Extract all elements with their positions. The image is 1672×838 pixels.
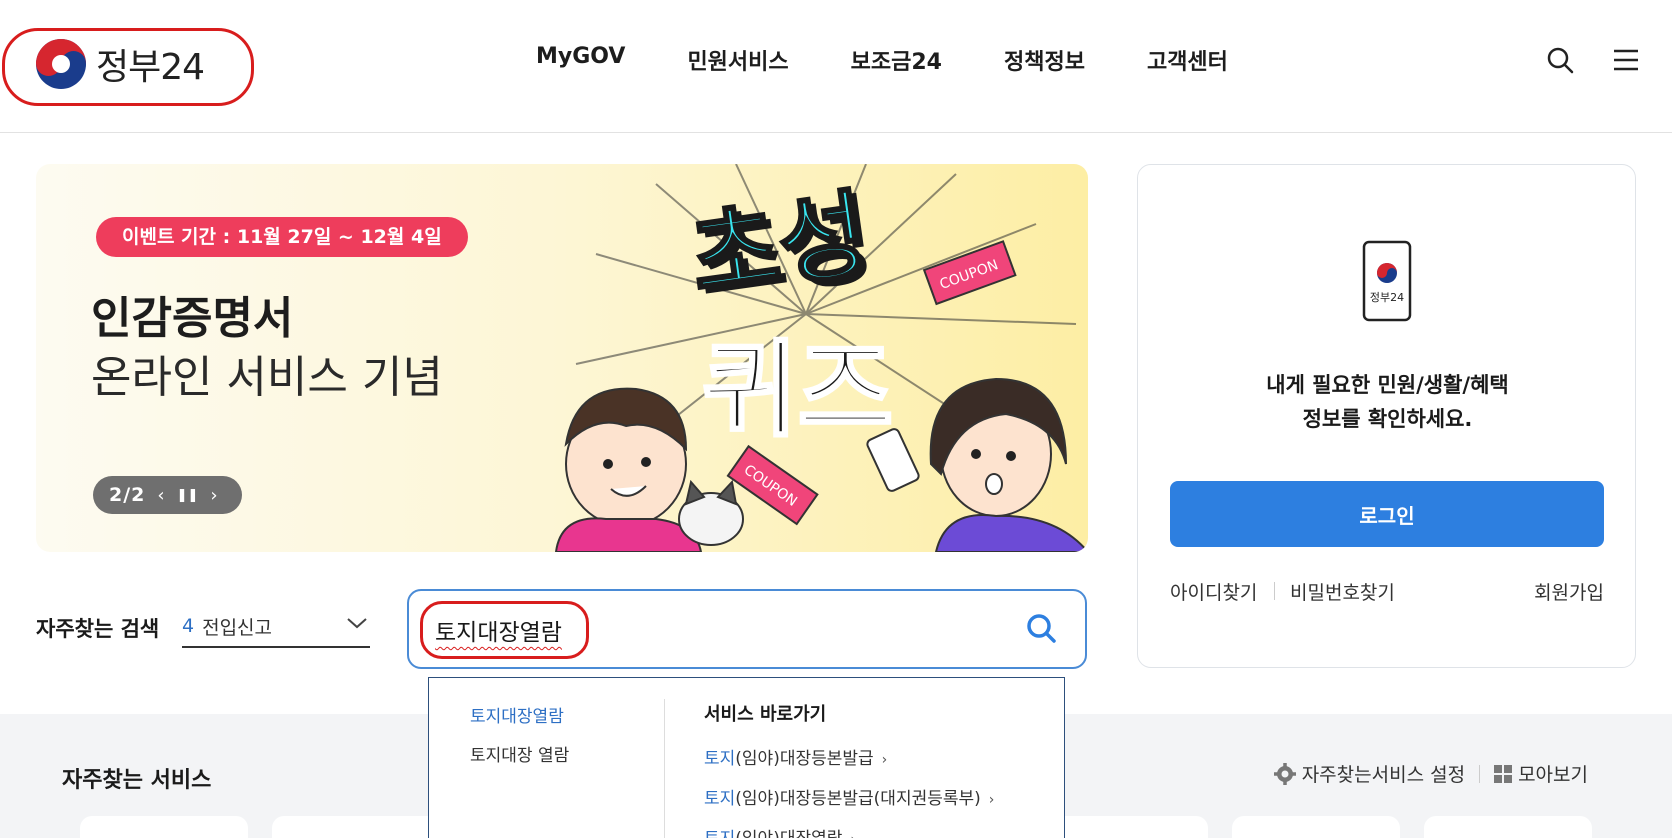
service-card[interactable] — [1424, 816, 1592, 838]
shortcut-link[interactable]: 토지(임야)대장등본발급 › — [704, 744, 994, 769]
login-message-line1: 내게 필요한 민원/생활/혜택 — [1266, 373, 1509, 397]
link-divider — [1274, 582, 1275, 600]
shortcut-title: 서비스 바로가기 — [704, 704, 827, 725]
shortcut-text: (임야)대장열람 — [735, 829, 842, 838]
join-link[interactable]: 회원가입 — [1534, 578, 1604, 605]
event-banner[interactable]: 이벤트 기간 : 11월 27일 ~ 12월 4일 인감증명서 온라인 서비스 … — [36, 164, 1088, 552]
service-shortcuts: 서비스 바로가기 토지(임야)대장등본발급 › 토지(임야)대장등본발급(대지권등… — [704, 700, 994, 838]
frequent-services-settings-button[interactable]: 자주찾는서비스 설정 — [1273, 760, 1466, 787]
search-icon — [1027, 614, 1056, 643]
mobile-phone-icon: 정부24 — [1362, 240, 1412, 322]
slider-controls: 2/2 ‹ ❚❚ › — [93, 476, 242, 514]
search-submit-button[interactable] — [1025, 612, 1057, 648]
view-all-button[interactable]: 모아보기 — [1494, 760, 1588, 787]
next-slide-icon[interactable]: › — [210, 485, 217, 506]
shortcut-link[interactable]: 토지(임야)대장열람 › — [704, 824, 994, 838]
chevron-right-icon: › — [881, 752, 888, 768]
quiz-headline-2: 퀴즈 — [702, 329, 893, 451]
suggestion-item[interactable]: 토지대장 열람 — [470, 741, 569, 766]
slide-counter: 2/2 — [109, 484, 146, 506]
search-icon[interactable] — [1544, 44, 1576, 76]
prev-slide-icon[interactable]: ‹ — [157, 485, 164, 506]
frequent-search-label: 자주찾는 검색 — [36, 617, 160, 641]
service-card[interactable] — [1040, 816, 1208, 838]
shortcut-text: (임야)대장등본발급(대지권등록부) — [735, 789, 981, 809]
frequent-search-select[interactable]: 4 전입신고 — [182, 606, 370, 648]
frequent-services-actions: 자주찾는서비스 설정 모아보기 — [1273, 760, 1588, 787]
find-id-link[interactable]: 아이디찾기 — [1170, 578, 1257, 605]
phone-logo-label: 정부24 — [1370, 291, 1404, 304]
chevron-right-icon: › — [850, 832, 856, 838]
frequent-services-title: 자주찾는 서비스 — [62, 768, 212, 793]
shortcut-link[interactable]: 토지(임야)대장등본발급(대지권등록부) › — [704, 784, 994, 809]
dropdown-divider — [664, 699, 665, 838]
settings-label: 자주찾는서비스 설정 — [1301, 764, 1466, 786]
header-icons — [1544, 44, 1642, 76]
find-password-link[interactable]: 비밀번호찾기 — [1290, 578, 1395, 605]
shortcut-highlight: 토지 — [704, 789, 736, 809]
login-card: 정부24 내게 필요한 민원/생활/혜택 정보를 확인하세요. 로그인 아이디찾… — [1137, 164, 1636, 668]
action-divider — [1479, 764, 1481, 783]
chevron-down-icon — [347, 618, 367, 629]
logo-annotation-circle — [2, 28, 254, 106]
menu-icon[interactable] — [1610, 44, 1642, 76]
chevron-right-icon: › — [988, 792, 995, 808]
service-card[interactable] — [80, 816, 248, 838]
nav-mygov[interactable]: MyGOV — [536, 44, 625, 76]
event-period-badge: 이벤트 기간 : 11월 27일 ~ 12월 4일 — [96, 217, 468, 257]
nav-civil-service[interactable]: 민원서비스 — [687, 44, 788, 76]
login-message-line2: 정보를 확인하세요. — [1302, 407, 1473, 431]
shortcut-text: (임야)대장등본발급 — [735, 749, 874, 769]
main-nav: MyGOV 민원서비스 보조금24 정책정보 고객센터 — [536, 44, 1290, 76]
shortcut-highlight: 토지 — [704, 749, 736, 769]
nav-customer-center[interactable]: 고객센터 — [1147, 44, 1228, 76]
service-card[interactable] — [272, 816, 440, 838]
gear-icon — [1273, 762, 1296, 785]
search-annotation-circle — [420, 601, 589, 659]
quiz-illustration: 초성 초성 퀴즈 COUPON COUPON — [554, 164, 1088, 552]
grid-icon — [1494, 764, 1513, 783]
site-header: 정부24 MyGOV 민원서비스 보조금24 정책정보 고객센터 — [0, 0, 1672, 133]
frequent-search-rank: 4 — [182, 615, 195, 637]
view-all-label: 모아보기 — [1518, 764, 1588, 786]
service-card[interactable] — [1232, 816, 1400, 838]
pause-icon[interactable]: ❚❚ — [177, 488, 199, 503]
banner-subtitle: 온라인 서비스 기념 — [91, 352, 443, 403]
suggestion-list: 토지대장열람 토지대장 열람 — [470, 702, 569, 780]
suggestion-item[interactable]: 토지대장열람 — [470, 702, 569, 727]
nav-policy-info[interactable]: 정책정보 — [1004, 44, 1085, 76]
login-message: 내게 필요한 민원/생활/혜택 정보를 확인하세요. — [1138, 368, 1637, 436]
frequent-search-value: 전입신고 — [202, 616, 273, 639]
shortcut-highlight: 토지 — [704, 829, 735, 838]
nav-subsidy24[interactable]: 보조금24 — [851, 44, 942, 76]
banner-title: 인감증명서 — [91, 293, 294, 344]
login-button[interactable]: 로그인 — [1170, 481, 1604, 547]
search-autocomplete-dropdown: 토지대장열람 토지대장 열람 서비스 바로가기 토지(임야)대장등본발급 › 토지… — [428, 677, 1065, 838]
